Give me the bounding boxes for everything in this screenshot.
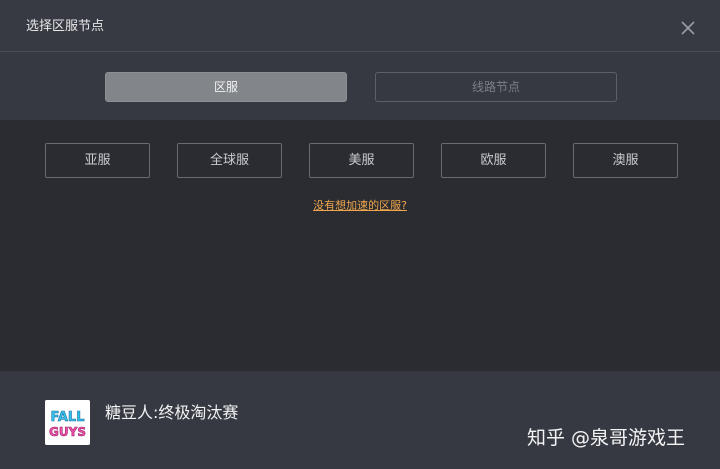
region-button-au[interactable]: 澳服	[573, 143, 678, 178]
tab-bar: 区服 线路节点	[0, 52, 720, 120]
close-icon	[681, 21, 695, 35]
dialog-titlebar: 选择区服节点	[0, 0, 720, 52]
region-button-global[interactable]: 全球服	[177, 143, 282, 178]
svg-text:FALL: FALL	[50, 410, 84, 425]
close-button[interactable]	[676, 16, 700, 40]
region-button-eu[interactable]: 欧服	[441, 143, 546, 178]
watermark-text: 知乎 @泉哥游戏王	[527, 427, 686, 449]
game-title: 糖豆人:终极淘汰赛	[105, 403, 239, 422]
dialog-title: 选择区服节点	[26, 19, 105, 34]
tab-region-server[interactable]: 区服	[105, 72, 347, 102]
region-button-asia[interactable]: 亚服	[45, 143, 150, 178]
svg-text:GUYS: GUYS	[49, 425, 86, 439]
game-footer: FALL GUYS 糖豆人:终极淘汰赛 知乎 @泉哥游戏王	[0, 371, 720, 469]
region-button-us[interactable]: 美服	[309, 143, 414, 178]
missing-region-link[interactable]: 没有想加速的区服?	[0, 197, 720, 213]
region-button-row: 亚服 全球服 美服 欧服 澳服	[45, 143, 685, 179]
region-content: 亚服 全球服 美服 欧服 澳服 没有想加速的区服?	[0, 120, 720, 371]
tab-route-node[interactable]: 线路节点	[375, 72, 617, 102]
fall-guys-logo-icon: FALL GUYS	[45, 400, 90, 445]
region-node-dialog: 选择区服节点 区服 线路节点 亚服 全球服 美服 欧服 澳服 没有想加速的区服?…	[0, 0, 720, 469]
